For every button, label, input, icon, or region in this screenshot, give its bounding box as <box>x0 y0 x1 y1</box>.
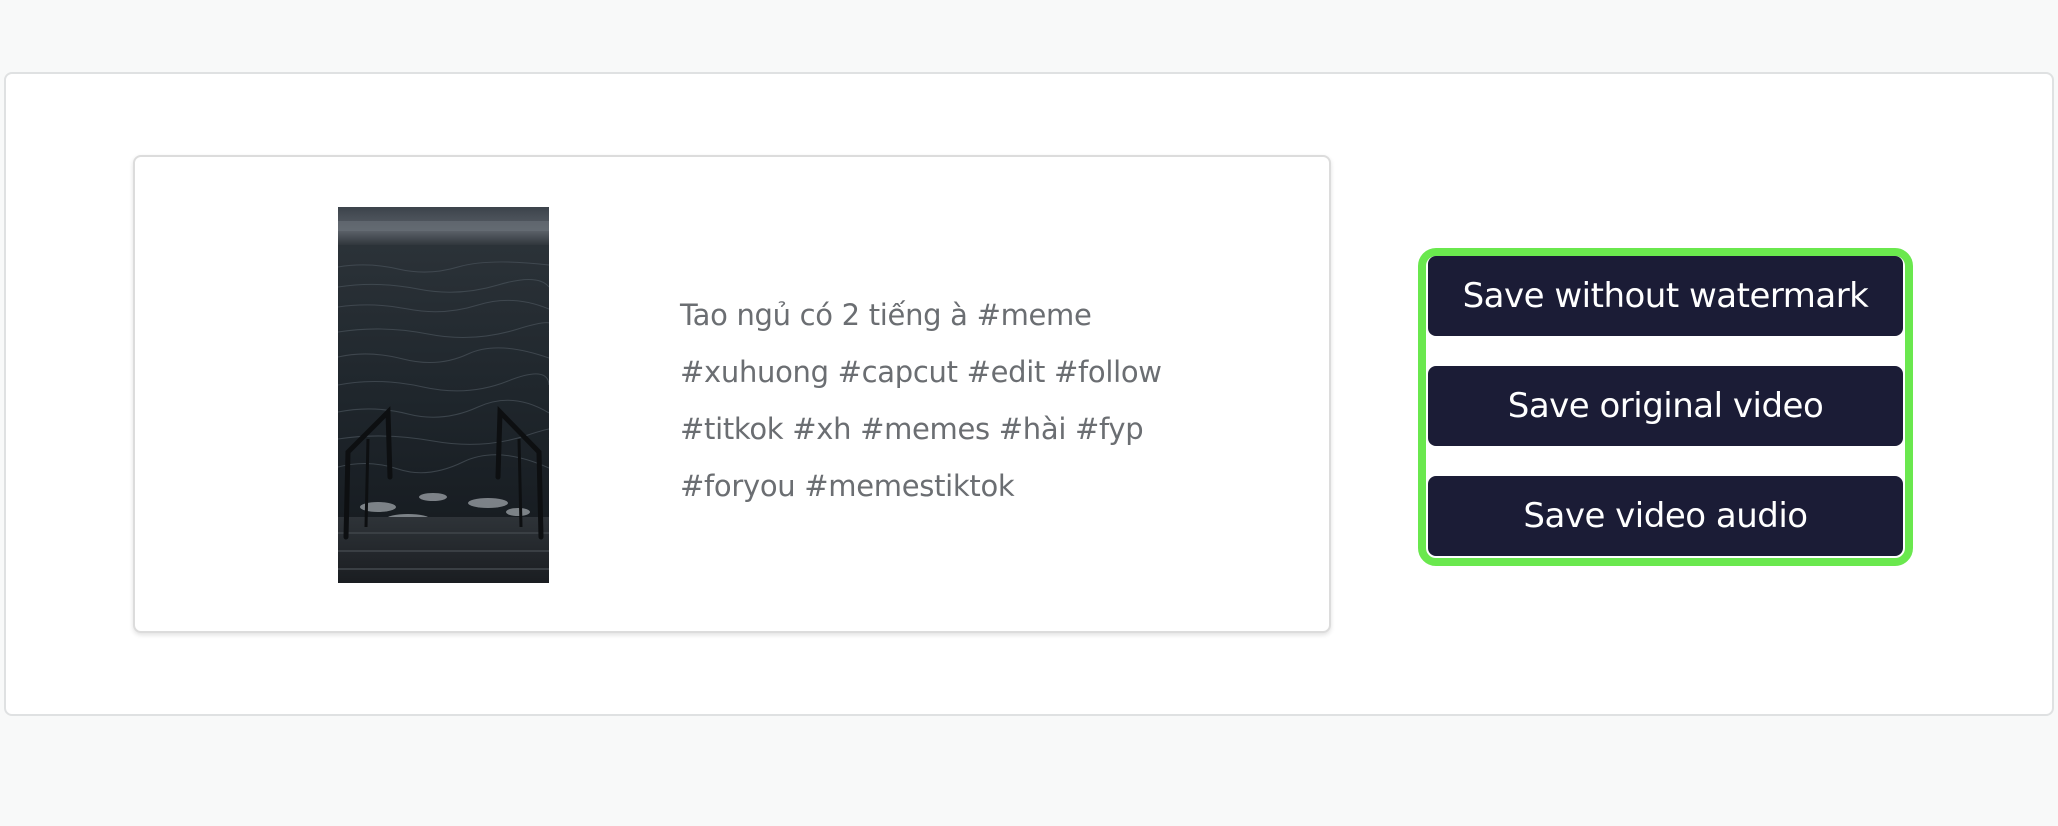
save-original-video-button[interactable]: Save original video <box>1428 366 1903 446</box>
save-video-audio-button[interactable]: Save video audio <box>1428 476 1903 556</box>
video-thumbnail[interactable] <box>338 207 549 583</box>
ocean-stairs-image <box>338 207 549 583</box>
caption-line: Tao ngủ có 2 tiếng à #meme <box>680 298 1092 332</box>
caption-line: #xuhuong #capcut #edit #follow <box>680 355 1162 389</box>
save-without-watermark-button[interactable]: Save without watermark <box>1428 256 1903 336</box>
caption-line: #titkok #xh #memes #hài #fyp <box>680 412 1144 446</box>
caption-line: #foryou #memestiktok <box>680 469 1015 503</box>
video-result-card: Tao ngủ có 2 tiếng à #meme #xuhuong #cap… <box>133 155 1331 633</box>
download-actions-highlight: Save without watermark Save original vid… <box>1418 248 1913 566</box>
video-caption: Tao ngủ có 2 tiếng à #meme #xuhuong #cap… <box>680 287 1210 515</box>
